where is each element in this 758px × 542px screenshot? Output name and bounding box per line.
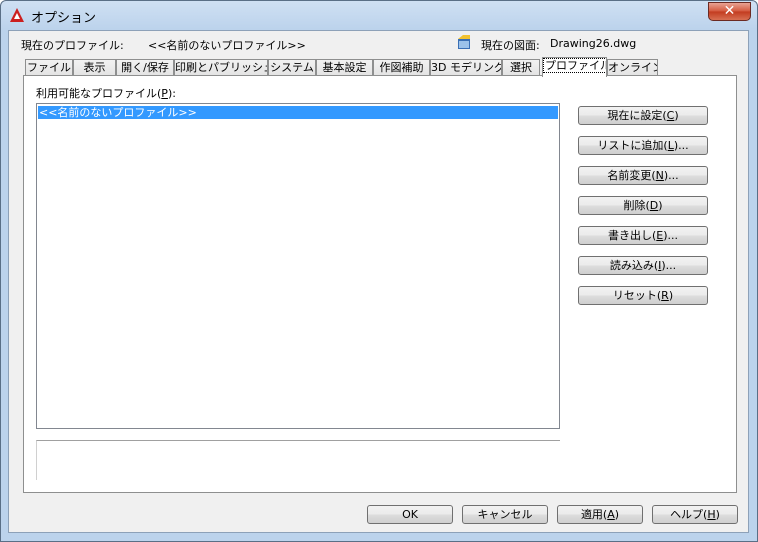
window-title: オプション (31, 11, 97, 26)
rename-button[interactable]: 名前変更(N)... (578, 166, 708, 185)
ok-button[interactable]: OK (367, 505, 453, 524)
profile-description (36, 440, 560, 480)
tab-plot-publish[interactable]: 印刷とパブリッシュ (174, 59, 268, 76)
tab-system[interactable]: システム (268, 59, 316, 76)
dialog-body: 現在のプロファイル: <<名前のないプロファイル>> 現在の図面: Drawin… (8, 30, 749, 533)
autocad-logo-icon (10, 8, 24, 22)
close-button[interactable]: ✕ (708, 2, 751, 21)
tab-display[interactable]: 表示 (73, 59, 116, 76)
tab-online[interactable]: オンライン (607, 59, 658, 76)
current-profile-value: <<名前のないプロファイル>> (148, 39, 306, 52)
tab-profiles[interactable]: プロファイル (542, 57, 607, 77)
reset-button[interactable]: リセット(R) (578, 286, 708, 305)
tab-drafting[interactable]: 作図補助 (373, 59, 430, 76)
tab-open-save[interactable]: 開く/保存 (116, 59, 174, 76)
available-profiles-label: 利用可能なプロファイル(P): (36, 87, 176, 100)
current-drawing-value: Drawing26.dwg (550, 37, 637, 50)
apply-button[interactable]: 適用(A) (557, 505, 643, 524)
tab-files[interactable]: ファイル (25, 59, 73, 76)
current-profile-label: 現在のプロファイル: (21, 39, 124, 52)
cancel-button[interactable]: キャンセル (462, 505, 548, 524)
profiles-list[interactable]: <<名前のないプロファイル>> (36, 103, 560, 429)
tab-user-preferences[interactable]: 基本設定 (316, 59, 373, 76)
options-dialog: オプション ✕ 現在のプロファイル: <<名前のないプロファイル>> 現在の図面… (0, 0, 758, 542)
drawing-file-icon (458, 35, 470, 49)
profiles-panel: 利用可能なプロファイル(P): <<名前のないプロファイル>> 現在に設定(C)… (23, 75, 737, 493)
close-icon: ✕ (723, 3, 736, 19)
import-button[interactable]: 読み込み(I)... (578, 256, 708, 275)
delete-button[interactable]: 削除(D) (578, 196, 708, 215)
tab-3d-modeling[interactable]: 3D モデリング (430, 59, 502, 76)
current-drawing-label: 現在の図面: (481, 39, 540, 52)
add-to-list-button[interactable]: リストに追加(L)... (578, 136, 708, 155)
list-item[interactable]: <<名前のないプロファイル>> (38, 106, 558, 119)
set-current-button[interactable]: 現在に設定(C) (578, 106, 708, 125)
title-bar[interactable]: オプション ✕ (1, 1, 757, 29)
help-button[interactable]: ヘルプ(H) (652, 505, 738, 524)
export-button[interactable]: 書き出し(E)... (578, 226, 708, 245)
tab-selection[interactable]: 選択 (502, 59, 540, 76)
